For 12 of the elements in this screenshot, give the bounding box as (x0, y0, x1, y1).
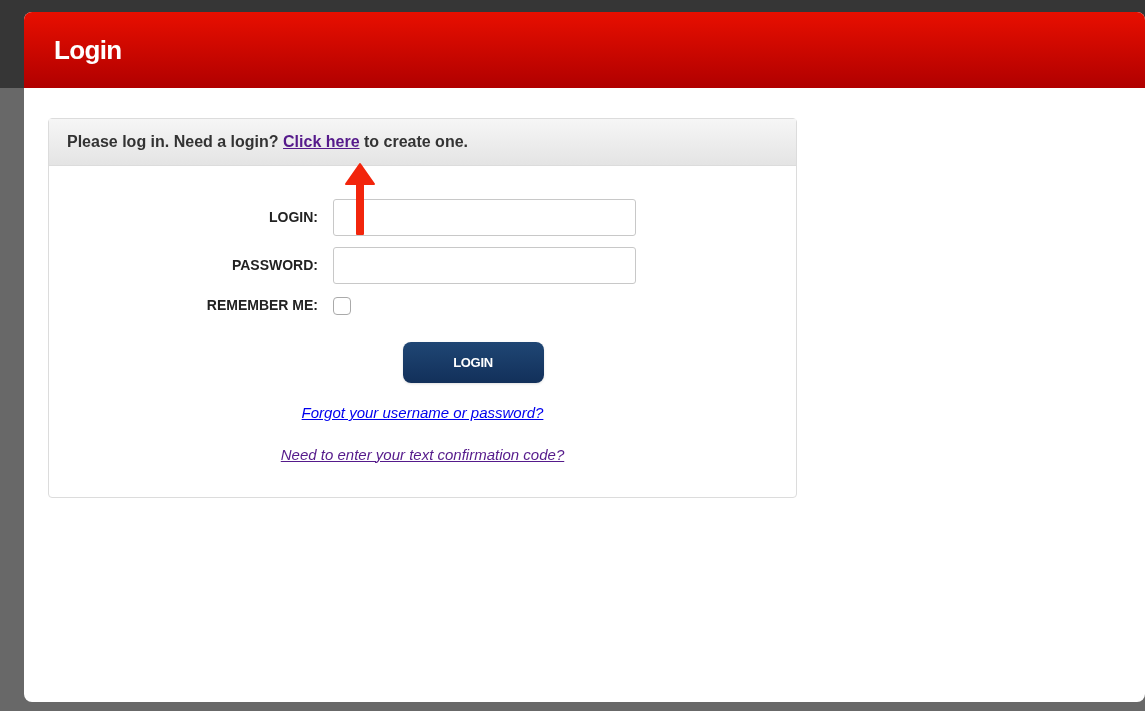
login-field[interactable] (333, 199, 636, 236)
help-link[interactable]: Forgot your username or password? (301, 402, 544, 425)
help-link[interactable]: Need to enter your text confirmation code? (280, 443, 565, 466)
intro-text: Please log in. Need a login? Click here to create one. (67, 132, 468, 152)
create-account-link[interactable]: Click here (283, 133, 360, 150)
login-button[interactable]: LOGIN (402, 342, 544, 383)
field-label: REMEMBER ME: (205, 296, 318, 315)
field-label: PASSWORD: (230, 256, 318, 275)
password-field[interactable] (333, 247, 636, 284)
window-title: Login (54, 33, 122, 67)
remember-checkbox[interactable] (333, 296, 351, 315)
field-label: LOGIN: (268, 208, 318, 227)
